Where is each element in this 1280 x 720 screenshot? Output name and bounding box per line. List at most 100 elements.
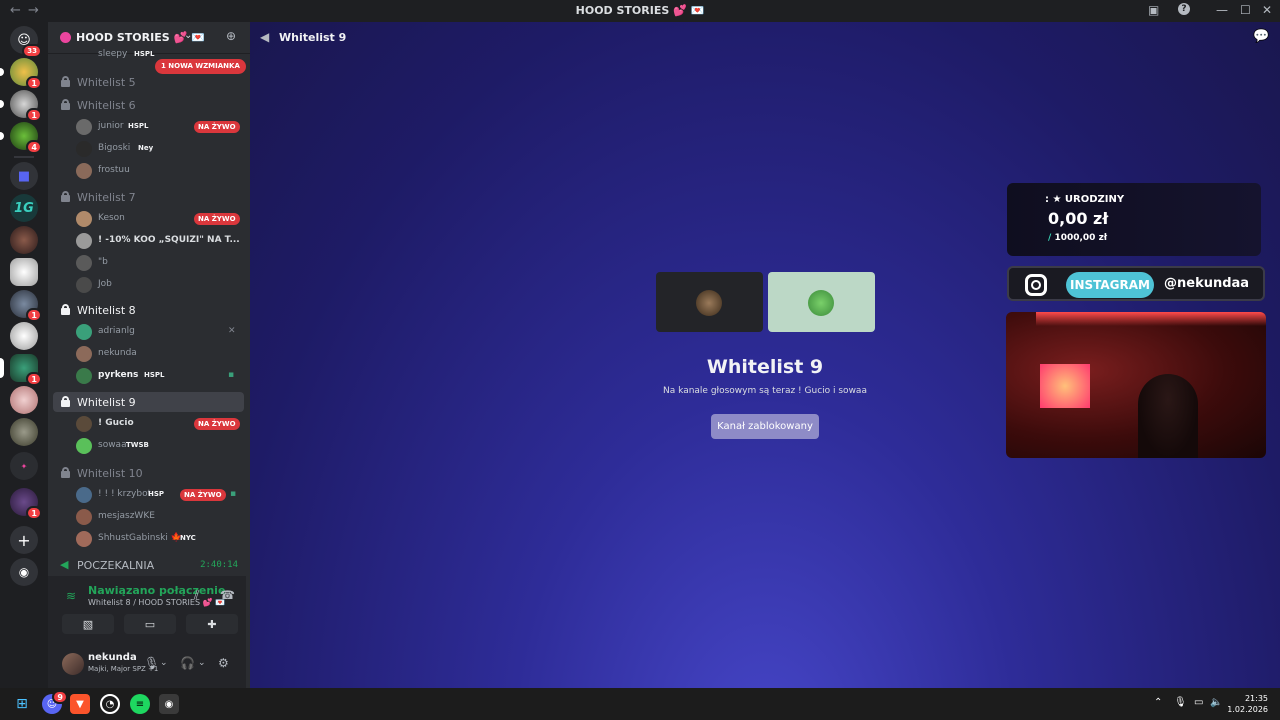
server-icon-active[interactable]: 1 bbox=[10, 354, 42, 386]
connection-location[interactable]: Whitelist 8 / HOOD STORIES 💕 💌 bbox=[88, 598, 225, 607]
server-icon[interactable]: 1 bbox=[10, 488, 42, 520]
signal-icon[interactable]: ≋ bbox=[66, 589, 76, 603]
server-tag-icon: ▪ bbox=[230, 489, 237, 499]
channel-poczekalnia[interactable]: ◀ POCZEKALNIA 2:40:14 bbox=[53, 555, 244, 575]
avatar bbox=[808, 290, 834, 316]
server-icon[interactable]: 1G bbox=[10, 194, 38, 222]
voice-timer: 2:40:14 bbox=[200, 560, 238, 570]
close-button[interactable]: ✕ bbox=[1262, 3, 1272, 17]
noise-suppression-icon[interactable]: ⫽ bbox=[194, 588, 199, 603]
server-icon[interactable] bbox=[10, 386, 38, 414]
voice-user[interactable]: Job bbox=[76, 275, 244, 295]
avatar bbox=[76, 233, 92, 249]
participant-tile[interactable] bbox=[768, 272, 875, 332]
server-tag-icon: ▪ bbox=[228, 370, 235, 380]
voice-user[interactable]: sleepy HSPL bbox=[76, 47, 244, 59]
voice-user[interactable]: junior HSPL NA ŻYWO bbox=[76, 117, 244, 137]
streamer bbox=[1138, 374, 1198, 458]
avatar[interactable] bbox=[62, 653, 84, 675]
lock-icon bbox=[60, 99, 70, 110]
server-icon[interactable] bbox=[10, 322, 38, 350]
voice-user[interactable]: nekunda bbox=[76, 344, 244, 364]
voice-user[interactable]: Bigoski Ney bbox=[76, 139, 244, 159]
microphone-icon[interactable]: 🎙 bbox=[144, 656, 159, 670]
inbox-icon[interactable]: ▣ bbox=[1148, 3, 1159, 17]
chevron-down-icon[interactable]: ⌄ bbox=[184, 30, 192, 41]
invite-people-icon[interactable]: ⊕ bbox=[226, 29, 236, 43]
windows-start-icon[interactable]: ⊞ bbox=[12, 694, 32, 714]
channel-whitelist-6[interactable]: Whitelist 6 bbox=[53, 95, 244, 115]
volume-icon[interactable]: 🔈 bbox=[1210, 697, 1222, 708]
live-badge: NA ŻYWO bbox=[194, 121, 240, 133]
discord-icon[interactable]: ☺ 9 bbox=[42, 690, 68, 714]
birthday-goal-widget: : ★ URODZINY 0,00 zł / 1000,00 zł bbox=[1007, 183, 1261, 256]
chevron-up-icon[interactable]: ⌃ bbox=[1154, 697, 1162, 708]
lock-icon bbox=[60, 191, 70, 202]
server-icon[interactable] bbox=[10, 226, 38, 254]
voice-user[interactable]: ! -10% KOO „SQUIZI" NA T... bbox=[76, 231, 244, 251]
headphones-icon[interactable]: 🎧 bbox=[180, 656, 195, 670]
participant-tile[interactable] bbox=[656, 272, 763, 332]
channel-locked-button[interactable]: Kanał zablokowany bbox=[711, 414, 819, 439]
speaker-icon: ◀ bbox=[60, 558, 69, 571]
title-bar: ← → HOOD STORIES 💕 💌 ▣ ? — ☐ ✕ bbox=[0, 0, 1280, 22]
voice-user[interactable]: adrianlg ✕ bbox=[76, 322, 244, 342]
monitor-icon[interactable]: ▭ bbox=[1194, 697, 1203, 708]
username: nekunda bbox=[88, 652, 137, 663]
voice-user[interactable]: Keson NA ŻYWO bbox=[76, 209, 244, 229]
screen-share-button[interactable]: ▭ bbox=[124, 614, 176, 634]
channel-whitelist-8[interactable]: Whitelist 8 bbox=[53, 300, 244, 320]
clock[interactable]: 21:35 1.02.2026 bbox=[1227, 693, 1268, 715]
voice-user[interactable]: pyrkens HSPL ▪ bbox=[76, 366, 244, 386]
window-title: HOOD STORIES 💕 💌 bbox=[575, 4, 705, 17]
server-icon[interactable] bbox=[10, 258, 38, 286]
voice-user[interactable]: mesjaszWKE bbox=[76, 507, 244, 527]
disconnect-icon[interactable]: ☎ bbox=[220, 588, 235, 602]
channel-whitelist-5[interactable]: Whitelist 5 bbox=[53, 72, 244, 92]
spotify-icon[interactable]: ≡ bbox=[130, 694, 150, 714]
server-icon[interactable] bbox=[10, 418, 38, 446]
chevron-down-icon[interactable]: ⌄ bbox=[160, 658, 168, 668]
activities-button[interactable]: ✚ bbox=[186, 614, 238, 634]
gear-icon[interactable]: ⚙ bbox=[218, 656, 229, 670]
user-panel: nekunda Majki, Major SPZ +1 🎙 ⌄ 🎧 ⌄ ⚙ bbox=[48, 640, 246, 688]
channel-whitelist-9[interactable]: Whitelist 9 bbox=[53, 392, 244, 412]
avatar bbox=[76, 211, 92, 227]
channel-whitelist-10[interactable]: Whitelist 10 bbox=[53, 463, 244, 483]
microphone-icon[interactable]: 🎙 bbox=[1174, 697, 1187, 708]
voice-user[interactable]: sowaa TWSB bbox=[76, 436, 244, 456]
voice-user[interactable]: frostuu bbox=[76, 161, 244, 181]
server-rail: ☺ 33 1 1 4 ■ 1G 1 1 ✦ 1 + ◉ bbox=[0, 22, 48, 688]
avatar bbox=[76, 324, 92, 340]
voice-user[interactable]: ! Gucio NA ŻYWO bbox=[76, 414, 244, 434]
server-icon[interactable]: 1 bbox=[10, 58, 42, 90]
screen-share-icon: ▭ bbox=[144, 617, 156, 631]
voice-user[interactable]: "b bbox=[76, 253, 244, 273]
selected-pill bbox=[0, 358, 4, 378]
discover-icon[interactable]: ◉ bbox=[10, 558, 38, 586]
home-button[interactable]: ☺ 33 bbox=[10, 26, 42, 58]
brave-browser-icon[interactable]: ▼ bbox=[70, 694, 90, 714]
server-icon[interactable]: 1 bbox=[10, 90, 42, 122]
help-icon[interactable]: ? bbox=[1178, 3, 1190, 15]
maximize-button[interactable]: ☐ bbox=[1240, 3, 1251, 17]
steelseries-icon[interactable]: ◔ bbox=[100, 694, 120, 714]
minimize-button[interactable]: — bbox=[1216, 3, 1228, 17]
lock-icon bbox=[60, 467, 70, 478]
folder-icon[interactable]: ■ bbox=[10, 162, 38, 190]
channel-whitelist-7[interactable]: Whitelist 7 bbox=[53, 187, 244, 207]
chevron-down-icon[interactable]: ⌄ bbox=[198, 658, 206, 668]
server-icon[interactable]: 1 bbox=[10, 290, 42, 322]
chat-icon[interactable]: 💬 bbox=[1253, 29, 1269, 44]
server-folder[interactable]: ✦ bbox=[10, 452, 38, 480]
locked-voice-icon: ◀ bbox=[260, 30, 270, 44]
voice-user[interactable]: ShhustGabinski 🍁 NYC bbox=[76, 529, 244, 549]
voice-user[interactable]: ! ! ! krzybot HSP NA ŻYWO ▪ bbox=[76, 485, 244, 505]
add-server-button[interactable]: + bbox=[10, 526, 38, 554]
camera-off-button[interactable]: ▧ bbox=[62, 614, 114, 634]
app-icon[interactable]: ◉ bbox=[159, 694, 179, 714]
unread-pill bbox=[0, 132, 4, 140]
avatar bbox=[696, 290, 722, 316]
server-icon[interactable]: 4 bbox=[10, 122, 42, 154]
webcam-stream[interactable] bbox=[1006, 312, 1266, 458]
